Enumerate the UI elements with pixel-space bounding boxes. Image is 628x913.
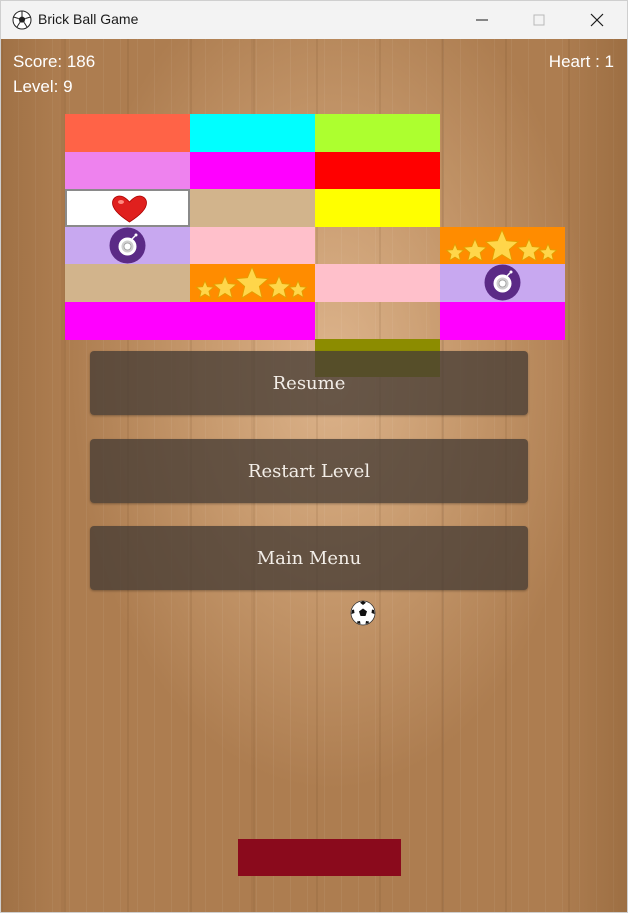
brick bbox=[440, 301, 565, 340]
soccer-ball-app-icon bbox=[12, 10, 32, 30]
hearts-display: Heart : 1 bbox=[548, 52, 614, 71]
resume-button[interactable]: Resume bbox=[90, 351, 528, 415]
main-menu-button[interactable]: Main Menu bbox=[90, 526, 528, 590]
close-icon bbox=[590, 13, 604, 27]
app-window: Brick Ball Game Score: 186 Level: 9 Hear… bbox=[0, 0, 628, 913]
brick-stars bbox=[440, 226, 565, 265]
level-display: Level: 9 bbox=[13, 77, 73, 96]
soccer-ball bbox=[350, 600, 376, 626]
brick bbox=[190, 151, 315, 190]
minimize-icon bbox=[476, 19, 488, 21]
brick bbox=[315, 151, 440, 190]
minimize-button[interactable] bbox=[454, 1, 510, 39]
brick-bomb bbox=[65, 226, 190, 265]
restart-level-button[interactable]: Restart Level bbox=[90, 439, 528, 503]
maximize-icon bbox=[533, 14, 545, 26]
window-title: Brick Ball Game bbox=[38, 11, 139, 27]
brick-bomb bbox=[440, 264, 565, 302]
game-board[interactable]: Score: 186 Level: 9 Heart : 1 Resume Res… bbox=[1, 39, 627, 912]
brick bbox=[190, 114, 315, 152]
brick bbox=[65, 151, 190, 190]
title-bar[interactable]: Brick Ball Game bbox=[1, 1, 627, 39]
brick bbox=[65, 264, 190, 302]
brick bbox=[190, 189, 315, 227]
brick bbox=[190, 226, 315, 265]
brick bbox=[65, 301, 190, 340]
wood-grain bbox=[61, 39, 64, 912]
brick bbox=[315, 264, 440, 302]
brick-heart bbox=[65, 189, 190, 227]
score-display: Score: 186 bbox=[13, 52, 96, 71]
brick bbox=[190, 301, 315, 340]
maximize-button[interactable] bbox=[511, 1, 567, 39]
brick bbox=[315, 114, 440, 152]
brick-stars bbox=[190, 264, 315, 302]
close-button[interactable] bbox=[569, 1, 625, 39]
brick bbox=[65, 114, 190, 152]
paddle[interactable] bbox=[238, 839, 401, 876]
brick bbox=[315, 189, 440, 227]
